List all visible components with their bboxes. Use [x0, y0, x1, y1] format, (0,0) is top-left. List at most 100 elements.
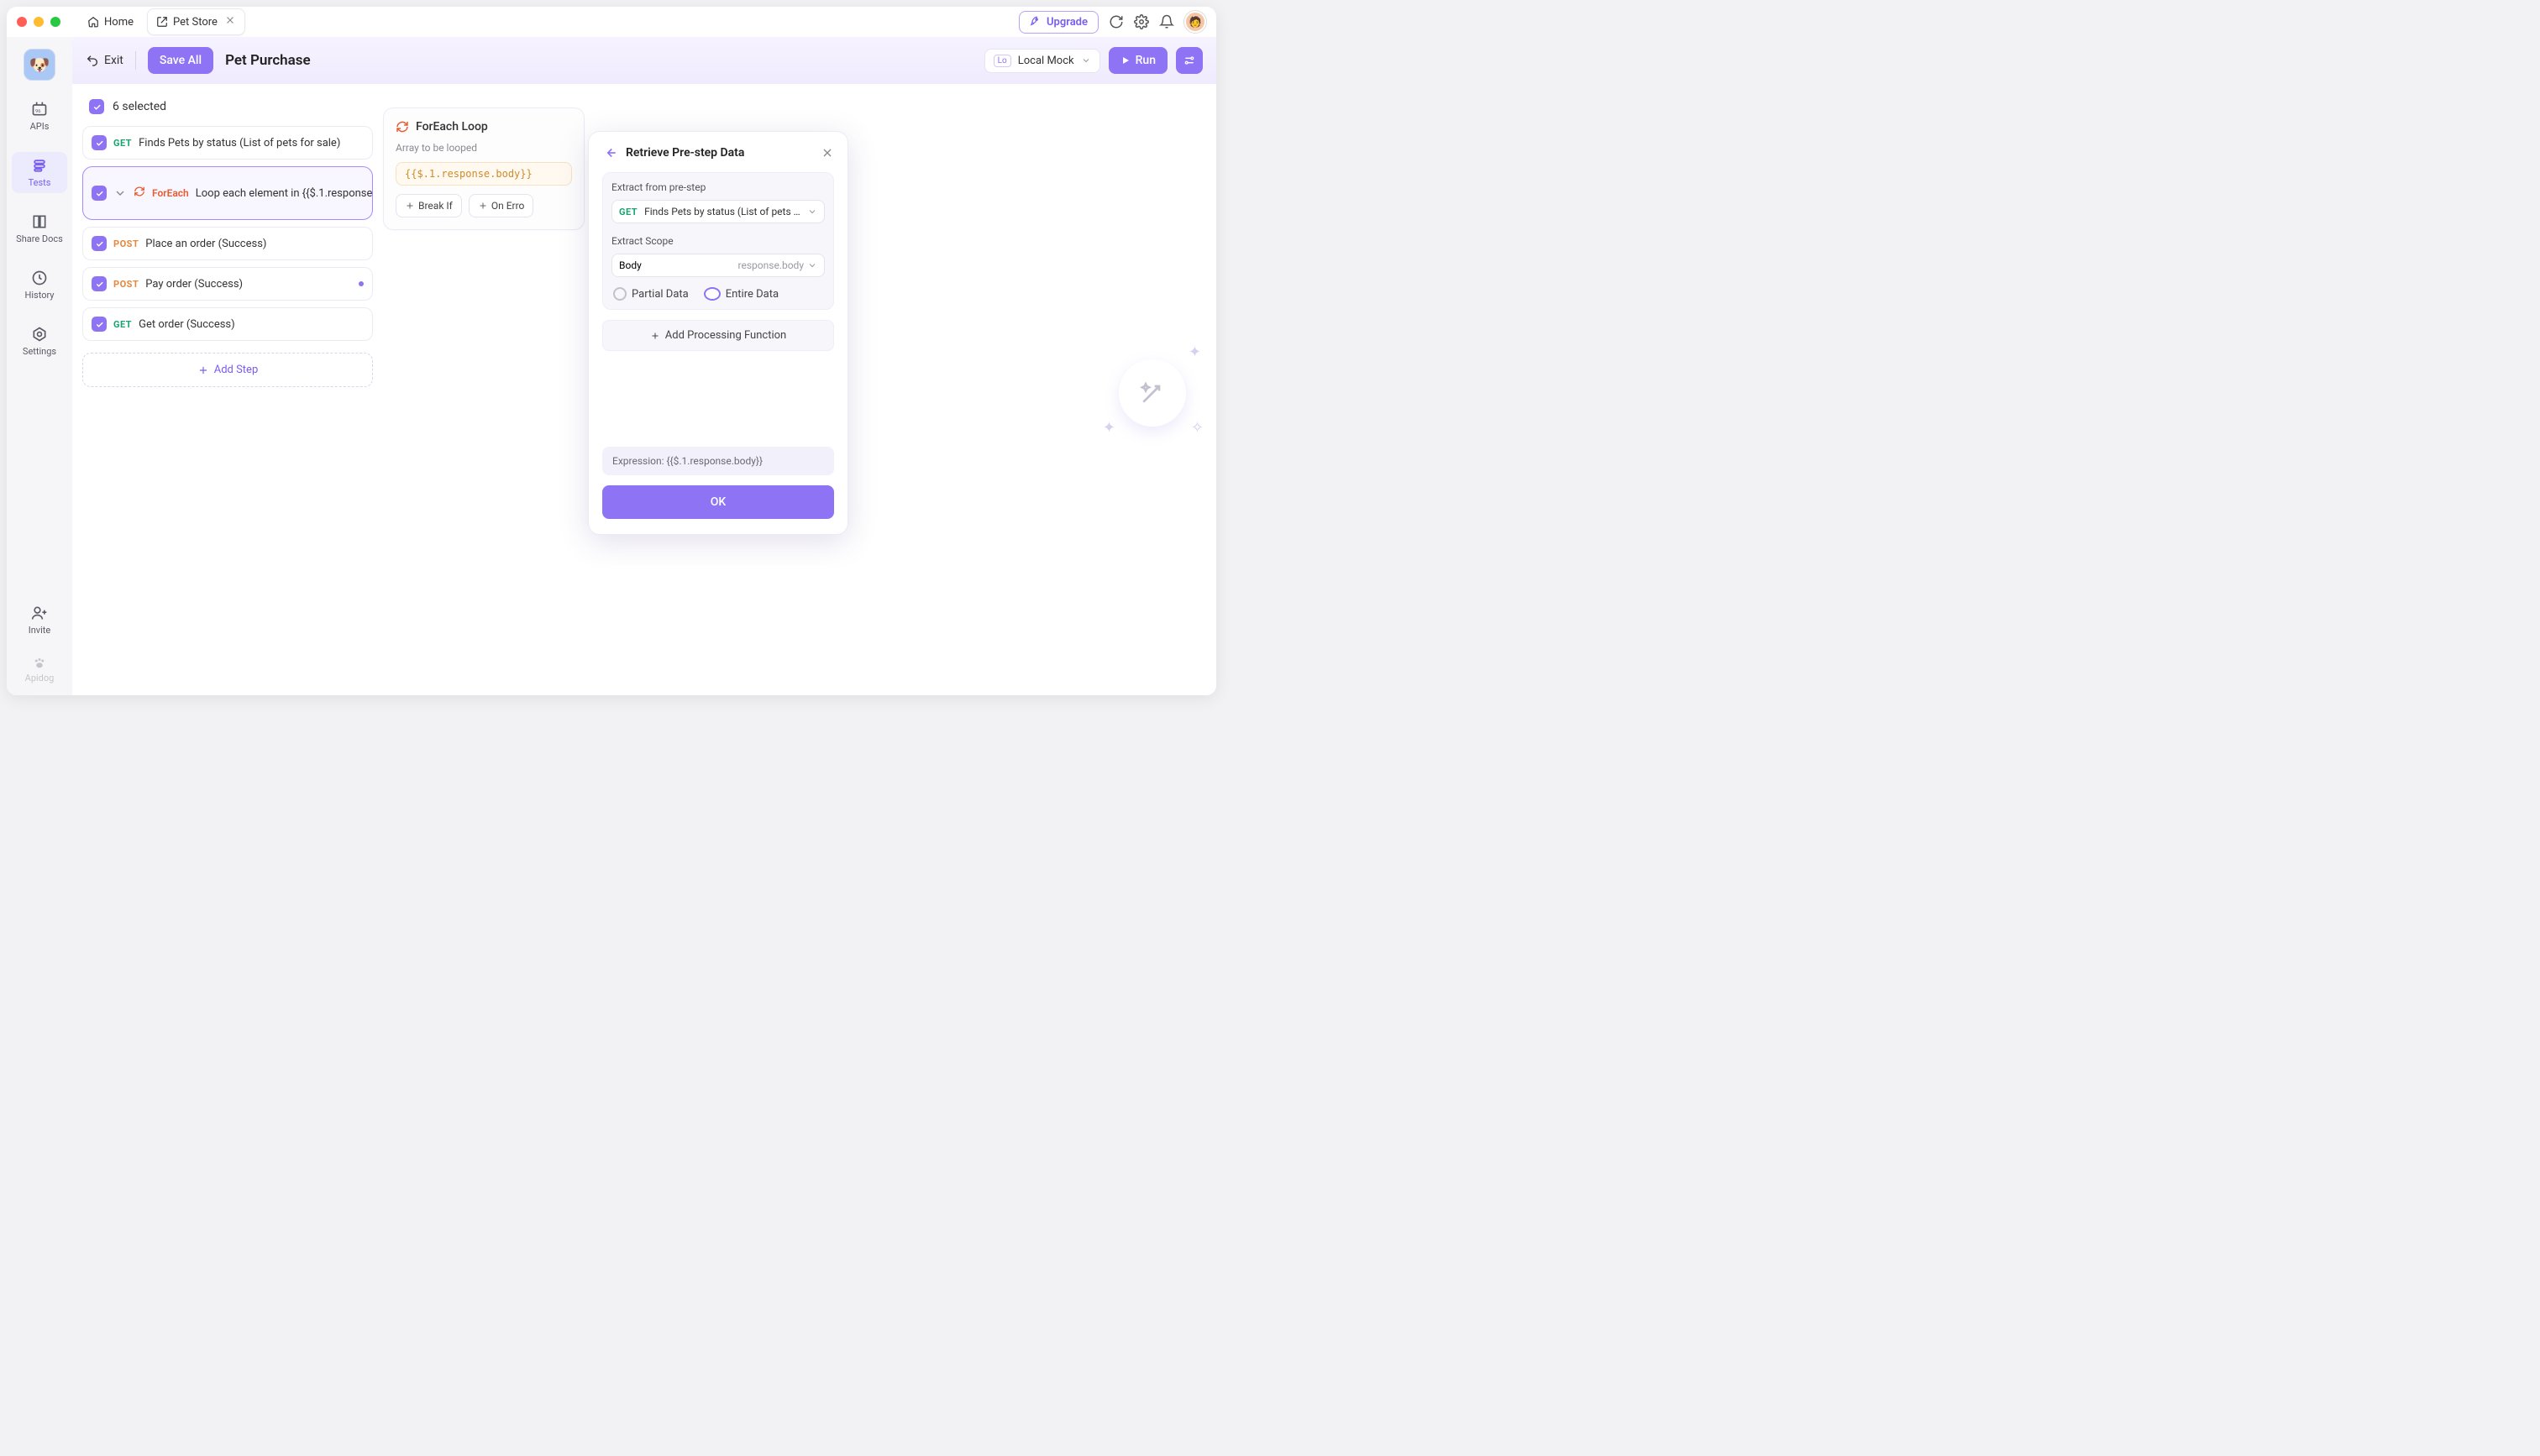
step-item[interactable]: GET Finds Pets by status (List of pets f…	[82, 126, 373, 160]
env-badge: Lo	[994, 55, 1011, 67]
dialog-back-button[interactable]	[602, 145, 617, 160]
step-name: Loop each element in {{$.1.response	[196, 187, 373, 200]
selected-count: 6 selected	[113, 100, 166, 113]
sparkle-icon: ✦	[1189, 343, 1201, 361]
environment-select[interactable]: Lo Local Mock	[984, 49, 1100, 73]
step-item[interactable]: GET Get order (Success)	[82, 307, 373, 341]
add-step-button[interactable]: Add Step	[82, 353, 373, 387]
sidebar-item-settings[interactable]: Settings	[12, 321, 67, 362]
plus-icon	[478, 201, 488, 211]
add-processing-function-button[interactable]: Add Processing Function	[602, 320, 834, 351]
svg-text:96: 96	[35, 109, 41, 114]
extract-scope-select[interactable]: Body response.body	[611, 254, 825, 277]
close-tab-icon[interactable]	[224, 14, 236, 29]
step-name: Finds Pets by status (List of pets for s…	[139, 137, 340, 149]
ok-button[interactable]: OK	[602, 485, 834, 519]
retrieve-prestep-dialog: Retrieve Pre-step Data Extract from pre-…	[588, 131, 848, 535]
step-checkbox[interactable]	[92, 236, 107, 251]
method-badge: GET	[113, 138, 132, 149]
method-badge: POST	[113, 238, 139, 249]
api-icon: 96	[31, 101, 48, 118]
foreach-config-card: ForEach Loop Array to be looped {{$.1.re…	[383, 107, 585, 230]
active-tab[interactable]: Pet Store	[147, 8, 245, 35]
step-checkbox[interactable]	[92, 186, 107, 201]
sidebar-item-label: Tests	[29, 177, 51, 188]
minimize-window-button[interactable]	[34, 17, 44, 27]
history-icon	[31, 270, 48, 286]
arrow-left-icon	[602, 145, 617, 160]
plus-icon	[405, 201, 415, 211]
save-all-button[interactable]: Save All	[148, 47, 213, 74]
sparkle-icon: ✧	[1191, 419, 1204, 437]
sidebar-item-share-docs[interactable]: Share Docs	[12, 208, 67, 249]
checkbox-all[interactable]	[89, 99, 104, 114]
step-item[interactable]: POST Pay order (Success)	[82, 267, 373, 301]
on-error-button[interactable]: On Erro	[469, 194, 534, 217]
gear-icon	[1134, 14, 1149, 29]
exit-button[interactable]: Exit	[86, 54, 123, 67]
refresh-button[interactable]	[1109, 14, 1124, 29]
undo-icon	[86, 54, 99, 67]
sidebar-item-history[interactable]: History	[12, 264, 67, 306]
env-name: Local Mock	[1018, 55, 1074, 67]
brand-label: Apidog	[25, 656, 55, 683]
sidebar-item-label: APIs	[30, 121, 50, 132]
plus-icon	[197, 364, 209, 376]
user-avatar[interactable]: 🧑	[1184, 11, 1206, 33]
notifications-button[interactable]	[1159, 14, 1174, 29]
external-link-icon	[156, 16, 168, 28]
run-options-button[interactable]	[1176, 47, 1203, 74]
expand-toggle[interactable]	[113, 186, 127, 200]
upgrade-button[interactable]: Upgrade	[1019, 11, 1099, 34]
loop-icon	[134, 186, 145, 201]
sidebar-item-apis[interactable]: 96 APIs	[12, 96, 67, 137]
step-name: Pay order (Success)	[145, 278, 243, 291]
titlebar: Home Pet Store Upgrade	[7, 7, 1216, 37]
paw-icon	[32, 656, 47, 671]
dialog-close-button[interactable]	[821, 146, 834, 160]
scope-path: response.body	[738, 259, 804, 271]
tests-icon	[31, 157, 48, 174]
maximize-window-button[interactable]	[50, 17, 60, 27]
extract-step-select[interactable]: GET Finds Pets by status (List of pets f…	[611, 200, 825, 223]
workspace-avatar[interactable]: 🐶	[24, 49, 55, 81]
extract-from-label: Extract from pre-step	[611, 181, 825, 193]
home-icon	[87, 16, 99, 28]
run-button[interactable]: Run	[1109, 47, 1168, 74]
sidebar-item-tests[interactable]: Tests	[12, 152, 67, 193]
step-name: Get order (Success)	[139, 318, 235, 331]
step-checkbox[interactable]	[92, 317, 107, 332]
foreach-card-title: ForEach Loop	[396, 120, 572, 134]
sidebar-item-invite[interactable]: Invite	[12, 600, 67, 641]
extract-section: Extract from pre-step GET Finds Pets by …	[602, 172, 834, 310]
break-if-button[interactable]: Break If	[396, 194, 462, 217]
step-name: Place an order (Success)	[145, 238, 266, 250]
close-window-button[interactable]	[17, 17, 27, 27]
radio-indicator	[613, 287, 627, 301]
chevron-down-icon	[807, 207, 817, 217]
step-list-panel: 6 selected GET Finds Pets by status (Lis…	[72, 84, 383, 695]
ai-assist-button[interactable]	[1119, 359, 1186, 427]
step-item[interactable]: POST Place an order (Success)	[82, 227, 373, 260]
sidebar-item-label: Share Docs	[16, 233, 63, 244]
array-expression-input[interactable]: {{$.1.response.body}}	[396, 162, 572, 186]
home-tab[interactable]: Home	[79, 11, 142, 34]
workspace-title: Pet Purchase	[225, 52, 311, 69]
radio-entire-data[interactable]: Entire Data	[704, 287, 779, 301]
workspace-toolbar: Exit Save All Pet Purchase Lo Local Mock…	[72, 37, 1216, 84]
add-step-label: Add Step	[214, 364, 259, 376]
method-badge: GET	[619, 207, 638, 217]
settings-button[interactable]	[1134, 14, 1149, 29]
radio-partial-data[interactable]: Partial Data	[613, 287, 689, 301]
play-icon	[1120, 55, 1131, 65]
step-checkbox[interactable]	[92, 276, 107, 291]
step-foreach[interactable]: ForEach Loop each element in {{$.1.respo…	[82, 166, 373, 220]
step-checkbox[interactable]	[92, 135, 107, 150]
scope-body-label: Body	[619, 259, 642, 271]
chevron-down-icon	[807, 260, 817, 270]
sidebar-item-label: Invite	[29, 625, 51, 636]
sparkle-icon: ✦	[1103, 419, 1115, 437]
sidebar: 🐶 96 APIs Tests Share Docs History Setti…	[7, 37, 72, 695]
refresh-icon	[1109, 14, 1124, 29]
sliders-icon	[1183, 54, 1196, 67]
